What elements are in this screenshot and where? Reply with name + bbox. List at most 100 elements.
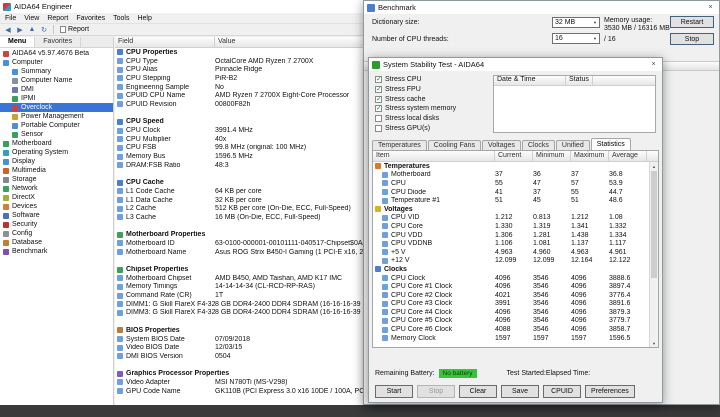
stress-option[interactable]: Stress FPU — [375, 85, 489, 95]
stability-action-button[interactable]: Clear — [459, 385, 497, 398]
refresh-icon[interactable]: ↻ — [38, 26, 50, 34]
statistics-row[interactable]: CPU Clock 4096 3546 4096 3888.6 — [373, 274, 649, 283]
benchmark-stop-button[interactable]: Stop — [670, 33, 714, 45]
stats-maximum-header[interactable]: Maximum — [571, 151, 609, 161]
statistics-row[interactable]: CPU VID 1.212 0.813 1.212 1.08 — [373, 214, 649, 223]
stability-action-button[interactable]: Start — [375, 385, 413, 398]
sidebar-tree-item[interactable]: Computer Name — [0, 76, 113, 85]
statistics-row[interactable]: Temperatures — [373, 162, 649, 171]
sidebar-tree-item[interactable]: Storage — [0, 175, 113, 184]
stability-tab[interactable]: Statistics — [590, 138, 631, 150]
stress-option[interactable]: Stress cache — [375, 94, 489, 104]
sidebar-tree-item[interactable]: Summary — [0, 67, 113, 76]
statistics-row[interactable]: CPU Core #6 Clock 4088 3546 4096 3858.7 — [373, 325, 649, 334]
restart-button[interactable]: Restart — [670, 16, 714, 28]
forward-icon[interactable]: ▶ — [14, 26, 26, 34]
statistics-row[interactable]: +12 V 12.099 12.099 12.164 12.122 — [373, 257, 649, 266]
sidebar-tree-item[interactable]: Config — [0, 229, 113, 238]
sidebar-tree-item[interactable]: Software — [0, 211, 113, 220]
sidebar-tree-item[interactable]: Network — [0, 184, 113, 193]
menu-item[interactable]: File — [1, 15, 20, 22]
stress-option[interactable]: Stress system memory — [375, 104, 489, 114]
stats-minimum-header[interactable]: Minimum — [533, 151, 571, 161]
stability-tab[interactable]: Cooling Fans — [427, 140, 482, 150]
sidebar-tree-item[interactable]: Overclock — [0, 103, 113, 112]
statistics-row[interactable]: Memory Clock 1597 1597 1597 1596.5 — [373, 334, 649, 343]
scrollbar-thumb[interactable] — [651, 171, 657, 279]
stability-titlebar[interactable]: System Stability Test - AIDA64 × — [369, 58, 662, 71]
checkbox-icon[interactable] — [375, 105, 382, 113]
stats-average-header[interactable]: Average — [609, 151, 647, 161]
log-status-header[interactable]: Status — [566, 76, 593, 85]
statistics-row[interactable]: +5 V 4.963 4.960 4.963 4.961 — [373, 248, 649, 257]
sidebar-tab[interactable]: Favorites — [35, 37, 82, 47]
statistics-row[interactable]: CPU VDDNB 1.106 1.081 1.137 1.117 — [373, 239, 649, 248]
sidebar-tree-item[interactable]: Benchmark — [0, 247, 113, 256]
scroll-down-icon[interactable]: ▼ — [650, 339, 658, 347]
statistics-row[interactable]: CPU Core 1.330 1.319 1.341 1.332 — [373, 222, 649, 231]
sidebar-tree-item[interactable]: Motherboard — [0, 139, 113, 148]
stats-current-header[interactable]: Current — [495, 151, 533, 161]
stability-action-button[interactable]: Save — [501, 385, 539, 398]
sidebar-tree-item[interactable]: DirectX — [0, 193, 113, 202]
menu-item[interactable]: Tools — [109, 15, 133, 22]
sidebar-tree-item[interactable]: Power Management — [0, 112, 113, 121]
cpu-threads-select[interactable]: 16 ▼ — [552, 33, 600, 44]
log-datetime-header[interactable]: Date & Time — [494, 76, 566, 85]
field-column-header[interactable]: Field — [115, 37, 215, 47]
sidebar-tree-item[interactable]: Display — [0, 157, 113, 166]
statistics-row[interactable]: Clocks — [373, 265, 649, 274]
stability-close-button[interactable]: × — [645, 58, 662, 71]
sidebar-tree-item[interactable]: Security — [0, 220, 113, 229]
sidebar-tree-item[interactable]: AIDA64 v5.97.4676 Beta — [0, 49, 113, 58]
statistics-row[interactable]: CPU Core #5 Clock 4096 3546 4096 3779.7 — [373, 317, 649, 326]
statistics-row[interactable]: CPU 55 47 57 53.9 — [373, 179, 649, 188]
menu-item[interactable]: View — [20, 15, 43, 22]
menu-item[interactable]: Favorites — [72, 15, 109, 22]
statistics-row[interactable]: CPU Diode 41 37 55 44.7 — [373, 188, 649, 197]
statistics-row[interactable]: CPU Core #1 Clock 4096 3546 4096 3897.4 — [373, 282, 649, 291]
sidebar-tree-item[interactable]: Multimedia — [0, 166, 113, 175]
stability-action-button[interactable]: CPUID — [543, 385, 581, 398]
stability-tab[interactable]: Voltages — [482, 140, 521, 150]
menu-item[interactable]: Help — [133, 15, 155, 22]
dictionary-size-select[interactable]: 32 MB ▼ — [552, 17, 600, 28]
statistics-row[interactable]: Motherboard 37 36 37 36.8 — [373, 171, 649, 180]
stability-action-button[interactable]: Stop — [417, 385, 455, 398]
sidebar-tree-item[interactable]: Database — [0, 238, 113, 247]
checkbox-icon[interactable] — [375, 124, 382, 132]
sidebar-tree-item[interactable]: Portable Computer — [0, 121, 113, 130]
sidebar-tree-item[interactable]: Sensor — [0, 130, 113, 139]
statistics-row[interactable]: CPU Core #2 Clock 4021 3546 4096 3776.4 — [373, 291, 649, 300]
stability-tab[interactable]: Clocks — [521, 140, 555, 150]
sidebar-tree-item[interactable]: Computer — [0, 58, 113, 67]
benchmark-titlebar[interactable]: Benchmark × — [364, 1, 719, 14]
sidebar-tree-item[interactable]: Devices — [0, 202, 113, 211]
stability-action-button[interactable]: Preferences — [585, 385, 635, 398]
statistics-row[interactable]: CPU Core #4 Clock 4096 3546 4096 3879.3 — [373, 308, 649, 317]
stress-option[interactable]: Stress GPU(s) — [375, 123, 489, 133]
stability-tab[interactable]: Unified — [555, 140, 590, 150]
statistics-row[interactable]: Temperature #1 51 45 51 48.6 — [373, 196, 649, 205]
report-button[interactable]: Report — [57, 26, 92, 33]
stress-option[interactable]: Stress CPU — [375, 75, 489, 85]
sidebar-tree-item[interactable]: IPMI — [0, 94, 113, 103]
benchmark-close-button[interactable]: × — [702, 1, 719, 14]
statistics-row[interactable]: CPU VDD 1.306 1.281 1.438 1.334 — [373, 231, 649, 240]
statistics-row[interactable]: Voltages — [373, 205, 649, 214]
scroll-up-icon[interactable]: ▲ — [650, 162, 658, 170]
sidebar-tab[interactable]: Menu — [0, 37, 36, 47]
sidebar-tree-item[interactable]: Operating System — [0, 148, 113, 157]
stress-option[interactable]: Stress local disks — [375, 114, 489, 124]
checkbox-icon[interactable] — [375, 86, 382, 94]
stats-scrollbar[interactable]: ▲ ▼ — [649, 162, 658, 347]
sidebar-tree-item[interactable]: DMI — [0, 85, 113, 94]
stats-item-header[interactable]: Item — [373, 151, 495, 161]
back-icon[interactable]: ◀ — [2, 26, 14, 34]
checkbox-icon[interactable] — [375, 115, 382, 123]
checkbox-icon[interactable] — [375, 95, 382, 103]
statistics-row[interactable]: CPU Core #3 Clock 3991 3546 4096 3891.6 — [373, 300, 649, 309]
up-icon[interactable]: ▲ — [26, 26, 38, 33]
stability-tab[interactable]: Temperatures — [372, 140, 427, 150]
checkbox-icon[interactable] — [375, 76, 382, 84]
